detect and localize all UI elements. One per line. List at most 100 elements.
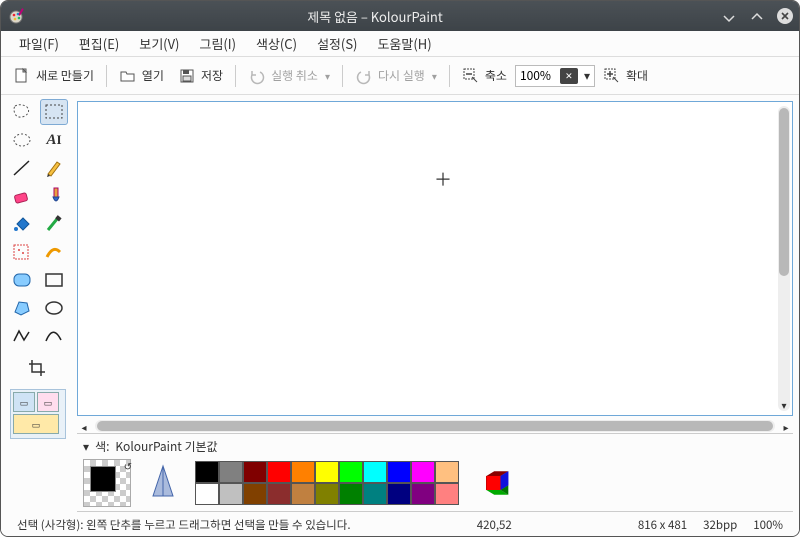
palette-swatch[interactable] (363, 461, 387, 483)
open-button[interactable]: 열기 (113, 63, 170, 89)
redo-button[interactable]: 다시 실행 ▾ (349, 63, 443, 89)
palette-swatch[interactable] (267, 483, 291, 505)
color-panel: ▾ 색: KolourPaint 기본값 ↺ (77, 433, 793, 512)
palette-swatch[interactable] (339, 483, 363, 505)
zoom-out-button[interactable]: 축소 (456, 63, 513, 89)
tool-polygon[interactable] (8, 295, 36, 321)
scrollbar-thumb[interactable] (779, 108, 789, 276)
save-button[interactable]: 저장 (172, 63, 229, 89)
palette-swatch[interactable] (291, 461, 315, 483)
palette-swatch[interactable] (411, 461, 435, 483)
tool-connected-lines[interactable] (8, 323, 36, 349)
minimize-button[interactable] (718, 5, 740, 27)
file-new-icon (13, 67, 31, 85)
tool-ellipse[interactable] (40, 295, 68, 321)
tool-fill[interactable] (8, 211, 36, 237)
palette-swatch[interactable] (315, 483, 339, 505)
app-icon (7, 5, 29, 27)
menu-help[interactable]: 도움말(H) (367, 30, 441, 57)
colorpanel-collapse-icon[interactable]: ▾ (83, 438, 89, 455)
new-label: 새로 만들기 (36, 67, 94, 84)
scroll-left-icon[interactable]: ◂ (77, 419, 91, 434)
redo-label: 다시 실행 (378, 67, 425, 84)
palette-swatch[interactable] (195, 461, 219, 483)
toolbar-sep (342, 65, 343, 87)
fg-bg-color-widget[interactable]: ↺ (83, 459, 131, 507)
tool-option-preview[interactable]: ▭▭ ▭ (10, 389, 66, 439)
new-button[interactable]: 새로 만들기 (7, 63, 100, 89)
vertical-scrollbar[interactable]: ▾ (778, 106, 790, 411)
undo-label: 실행 취소 (271, 67, 318, 84)
palette-swatch[interactable] (363, 483, 387, 505)
undo-button[interactable]: 실행 취소 ▾ (242, 63, 336, 89)
tool-text[interactable]: AI (40, 127, 68, 153)
palette-swatch[interactable] (387, 461, 411, 483)
tool-brush[interactable] (40, 183, 68, 209)
zoom-in-button[interactable]: 확대 (597, 63, 654, 89)
palette-swatch[interactable] (291, 483, 315, 505)
scroll-down-icon[interactable]: ▾ (778, 397, 790, 412)
zoom-input[interactable] (516, 67, 558, 84)
palette-swatch[interactable] (435, 483, 459, 505)
maximize-button[interactable] (746, 5, 768, 27)
close-button[interactable] (774, 5, 796, 27)
tool-curve[interactable] (40, 323, 68, 349)
tool-rect-select[interactable] (40, 99, 68, 125)
window-title: 제목 없음 – KolourPaint (35, 7, 715, 26)
zoom-field[interactable]: ✕ ▾ (515, 65, 595, 87)
palette-swatch[interactable] (267, 461, 291, 483)
tool-ellipse-select[interactable] (8, 127, 36, 153)
tool-spray[interactable] (8, 239, 36, 265)
toolbar: 새로 만들기 열기 저장 실행 취소 ▾ 다시 실행 ▾ 축소 (1, 57, 799, 95)
menu-edit[interactable]: 편집(E) (69, 30, 129, 57)
tool-rectangle[interactable] (40, 267, 68, 293)
menu-settings[interactable]: 설정(S) (307, 30, 367, 57)
app-window: 제목 없음 – KolourPaint 파일(F) 편집(E) 보기(V) 그림… (0, 0, 800, 537)
toolbar-sep (449, 65, 450, 87)
tool-color-picker[interactable] (40, 211, 68, 237)
menu-view[interactable]: 보기(V) (129, 30, 189, 57)
tool-smudge[interactable] (40, 239, 68, 265)
tool-rounded-rect[interactable] (8, 267, 36, 293)
swap-colors-icon[interactable]: ↺ (124, 458, 132, 473)
palette-swatch[interactable] (195, 483, 219, 505)
menu-image[interactable]: 그림(I) (189, 30, 246, 57)
toolbox: AI (1, 95, 75, 514)
tool-pencil[interactable] (40, 155, 68, 181)
tool-crop[interactable] (24, 355, 52, 381)
palette-swatch[interactable] (243, 483, 267, 505)
scroll-right-icon[interactable]: ▸ (779, 419, 793, 434)
zoom-out-icon (462, 67, 480, 85)
cursor-crosshair-icon: ＋ (435, 171, 451, 187)
palette-swatch[interactable] (435, 461, 459, 483)
chevron-down-icon: ▾ (430, 68, 437, 83)
palette-swatch[interactable] (219, 461, 243, 483)
zoom-dropdown[interactable]: ▾ (580, 67, 594, 84)
tool-freeform-select[interactable] (8, 99, 36, 125)
scrollbar-thumb[interactable] (97, 421, 773, 431)
palette-swatch[interactable] (243, 461, 267, 483)
menu-file[interactable]: 파일(F) (9, 30, 69, 57)
toolbar-sep (106, 65, 107, 87)
titlebar: 제목 없음 – KolourPaint (1, 1, 799, 31)
palette-swatch[interactable] (411, 483, 435, 505)
zoom-in-label: 확대 (626, 67, 648, 84)
status-canvas-size: 816 x 481 (630, 517, 695, 533)
zoom-clear-button[interactable]: ✕ (560, 68, 578, 84)
status-bpp: 32bpp (695, 517, 745, 533)
palette-swatch[interactable] (315, 461, 339, 483)
menu-color[interactable]: 색상(C) (246, 30, 307, 57)
canvas[interactable]: ＋ ▾ (77, 101, 793, 416)
horizontal-scrollbar[interactable] (95, 420, 775, 432)
colorpanel-label-name: KolourPaint 기본값 (115, 438, 217, 455)
foreground-color-swatch[interactable] (90, 466, 116, 492)
chevron-down-icon: ▾ (323, 68, 330, 83)
tool-line[interactable] (8, 155, 36, 181)
color-cube-icon[interactable] (477, 465, 513, 501)
open-label: 열기 (142, 67, 164, 84)
palette-swatch[interactable] (219, 483, 243, 505)
palette-swatch[interactable] (387, 483, 411, 505)
palette-swatch[interactable] (339, 461, 363, 483)
tool-eraser[interactable] (8, 183, 36, 209)
menubar: 파일(F) 편집(E) 보기(V) 그림(I) 색상(C) 설정(S) 도움말(… (1, 31, 799, 57)
